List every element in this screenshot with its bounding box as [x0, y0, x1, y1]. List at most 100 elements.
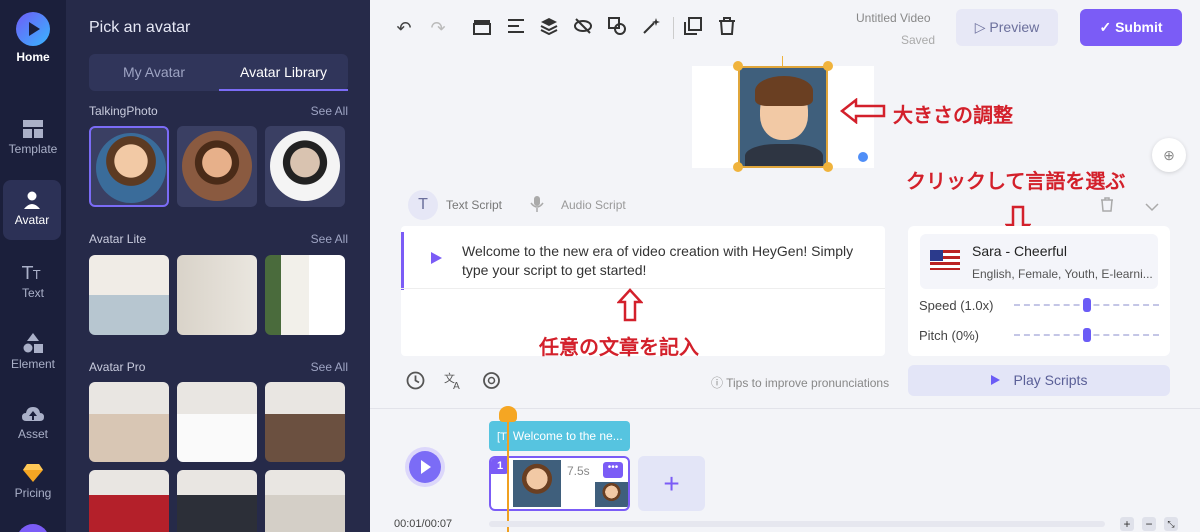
timeline-zoom-in-button[interactable]: +: [1120, 517, 1134, 531]
speed-slider-handle[interactable]: [1083, 298, 1091, 312]
see-all-avatar-pro[interactable]: See All: [311, 360, 348, 374]
voice-settings-card: Sara - Cheerful English, Female, Youth, …: [908, 226, 1170, 356]
rail-item-template[interactable]: Template: [0, 120, 66, 156]
toolbar-divider: [673, 17, 674, 39]
annotation-arrow-left: [840, 98, 886, 124]
see-all-avatar-lite[interactable]: See All: [311, 232, 348, 246]
submit-button[interactable]: ✓ Submit: [1080, 9, 1182, 46]
resize-handle-tl[interactable]: [733, 61, 743, 71]
us-flag-icon: [930, 250, 960, 270]
see-all-talkingphoto[interactable]: See All: [311, 104, 348, 118]
pitch-slider-handle[interactable]: [1083, 328, 1091, 342]
resize-handle-tr[interactable]: [823, 61, 833, 71]
avatar-thumb[interactable]: [177, 255, 257, 335]
clapper-button[interactable]: [471, 17, 493, 39]
timeline-play-button[interactable]: [409, 451, 441, 483]
clip-duration: 7.5s: [567, 464, 590, 478]
pitch-label: Pitch (0%): [919, 328, 979, 343]
layers-button[interactable]: [538, 17, 560, 39]
resize-handle-br[interactable]: [823, 162, 833, 172]
script-focus-bar: [401, 232, 404, 290]
avatar-thumb[interactable]: [89, 126, 169, 207]
magic-wand-icon: [643, 18, 660, 34]
text-script-icon: T: [418, 196, 428, 213]
user-avatar[interactable]: [17, 524, 49, 532]
history-button[interactable]: [406, 371, 425, 395]
svg-text:T: T: [32, 268, 41, 282]
voice-selector[interactable]: Sara - Cheerful English, Female, Youth, …: [920, 234, 1158, 289]
ai-button[interactable]: [482, 371, 501, 395]
panel-title: Pick an avatar: [89, 19, 191, 36]
heygen-watermark-icon: [858, 152, 868, 162]
add-scene-button[interactable]: +: [638, 456, 705, 511]
top-toolbar: ↶ ↷ Untitled Video Saved ▷ Preview ✓ Sub…: [370, 0, 1200, 56]
avatar-on-canvas[interactable]: [738, 66, 828, 168]
avatar-thumb[interactable]: [177, 126, 257, 207]
rail-label: Template: [8, 142, 58, 156]
script-text[interactable]: Welcome to the new era of video creation…: [462, 242, 872, 280]
avatar-icon: [24, 191, 40, 209]
zoom-in-icon: ⊕: [1163, 147, 1175, 163]
clock-icon: [406, 371, 425, 390]
text-script-label[interactable]: Text Script: [446, 198, 502, 212]
avatar-thumb[interactable]: [89, 255, 169, 335]
avatar-thumb[interactable]: [265, 470, 345, 532]
rail-item-pricing[interactable]: Pricing: [0, 464, 66, 500]
rail-item-asset[interactable]: Asset: [0, 405, 66, 441]
undo-button[interactable]: ↶: [393, 17, 415, 39]
avatar-thumb[interactable]: [177, 470, 257, 532]
avatar-hair: [755, 76, 813, 106]
audio-script-tab[interactable]: [530, 196, 544, 217]
preview-button[interactable]: ▷ Preview: [956, 9, 1058, 46]
translate-button[interactable]: 文A: [444, 371, 463, 395]
rail-item-element[interactable]: Element: [0, 333, 66, 371]
avatar-thumb[interactable]: [177, 382, 257, 462]
zoom-button[interactable]: ⊕: [1152, 138, 1186, 172]
avatar-thumb[interactable]: [265, 255, 345, 335]
tab-avatar-library[interactable]: Avatar Library: [219, 54, 348, 91]
resize-handle-bl[interactable]: [733, 162, 743, 172]
magic-button[interactable]: [640, 17, 662, 39]
tab-my-avatar[interactable]: My Avatar: [89, 54, 219, 91]
delete-button[interactable]: [716, 17, 738, 39]
microphone-icon: [530, 196, 544, 212]
shapes-button[interactable]: [606, 17, 628, 39]
redo-button[interactable]: ↷: [427, 17, 449, 39]
save-status: Saved: [901, 33, 936, 47]
openai-icon: [483, 372, 500, 389]
play-scripts-button[interactable]: Play Scripts: [908, 365, 1170, 396]
avatar-thumb[interactable]: [265, 126, 345, 207]
play-line-button[interactable]: [431, 252, 442, 264]
duplicate-button[interactable]: [682, 17, 704, 39]
text-script-tab[interactable]: T: [408, 190, 438, 220]
avatar-tabs: My Avatar Avatar Library: [89, 54, 348, 91]
timeline-fit-button[interactable]: ⤡: [1164, 517, 1178, 531]
video-title[interactable]: Untitled Video: [856, 11, 931, 25]
timeline-scrollbar[interactable]: [489, 521, 1105, 527]
redo-icon: ↷: [430, 18, 446, 38]
script-expand-button[interactable]: [1145, 199, 1159, 217]
clip-menu-button[interactable]: •••: [603, 462, 623, 478]
playhead-handle[interactable]: [499, 406, 517, 422]
avatar-thumb[interactable]: [89, 470, 169, 532]
rail-item-text[interactable]: TT Text: [0, 262, 66, 300]
audio-script-label[interactable]: Audio Script: [561, 198, 626, 212]
layers-icon: [540, 18, 558, 36]
script-delete-button[interactable]: [1100, 197, 1114, 217]
text-clip[interactable]: [T] Welcome to the ne...: [489, 421, 630, 451]
align-button[interactable]: [505, 17, 527, 39]
clapper-icon: [473, 20, 491, 35]
video-clip[interactable]: 1 7.5s •••: [489, 456, 630, 511]
hide-button[interactable]: [572, 17, 594, 39]
avatar-thumb[interactable]: [89, 382, 169, 462]
pronunciation-tips-link[interactable]: ⓘ Tips to improve pronunciations: [711, 374, 889, 391]
rail-label: Avatar: [14, 213, 50, 227]
plus-icon: +: [663, 468, 680, 499]
home-nav[interactable]: Home: [0, 0, 66, 72]
submit-label: Submit: [1115, 19, 1163, 35]
rail-label: Pricing: [14, 486, 52, 500]
avatar-thumb[interactable]: [265, 382, 345, 462]
play-outline-icon: ▷: [974, 19, 990, 35]
timeline-zoom-out-button[interactable]: −: [1142, 517, 1156, 531]
rail-item-avatar[interactable]: Avatar: [3, 180, 61, 240]
